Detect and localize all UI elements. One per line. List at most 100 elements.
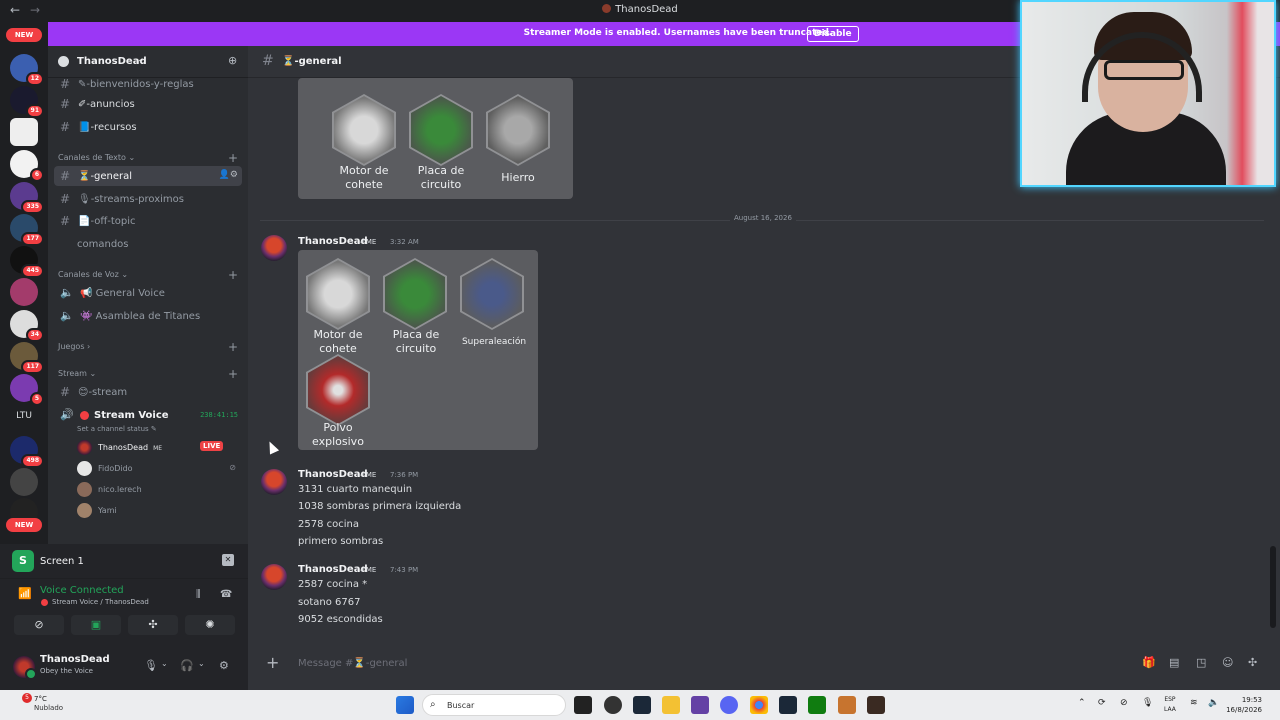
language-indicator[interactable]: ESP LAA <box>1164 695 1176 715</box>
message-author[interactable]: ThanosDead <box>298 469 368 480</box>
apps-icon[interactable]: ✣ <box>1248 656 1257 669</box>
taskbar-search[interactable]: ⌕ Buscar <box>422 694 566 716</box>
chevron-up-icon[interactable]: ⌃ <box>1078 698 1086 708</box>
server-icon[interactable] <box>10 118 38 146</box>
divider <box>0 578 248 579</box>
channel-streams-proximos[interactable]: # 🎙-streams-proximos <box>54 189 242 209</box>
obs-icon[interactable] <box>604 696 622 714</box>
channel-settings-icon[interactable]: 👤⚙ <box>219 170 238 180</box>
category-voice[interactable]: Canales de Voz ⌄ + <box>58 268 238 282</box>
add-channel-icon[interactable]: + <box>228 151 238 165</box>
gear-icon[interactable]: ⚙ <box>219 659 229 672</box>
avatar[interactable] <box>261 469 287 495</box>
app-icon[interactable] <box>838 696 856 714</box>
tray-icon[interactable]: ⊘ <box>1120 698 1128 708</box>
image-embed[interactable]: Motor de cohete Placa de circuito Hierro <box>298 78 573 199</box>
gif-icon[interactable]: ▤ <box>1169 656 1179 669</box>
channel-emoji: ⏳ <box>78 171 91 182</box>
server-icon[interactable]: 498 <box>10 436 44 468</box>
server-icon[interactable]: 6 <box>10 150 44 182</box>
channel-off-topic[interactable]: # 📄-off-topic <box>54 211 242 231</box>
close-icon[interactable]: ✕ <box>222 554 234 566</box>
steam-icon[interactable] <box>633 696 651 714</box>
message-author[interactable]: ThanosDead <box>298 236 368 247</box>
message-input[interactable]: Message #⏳-general <box>298 658 407 669</box>
channel-anuncios[interactable]: # ✐-anuncios <box>54 94 242 114</box>
add-channel-icon[interactable]: + <box>228 367 238 381</box>
volume-icon[interactable]: 🔈 <box>1208 698 1219 708</box>
add-channel-icon[interactable]: + <box>228 340 238 354</box>
microphone-icon[interactable]: 🎙 <box>1142 698 1153 708</box>
microphone-icon[interactable]: 🎙 <box>144 659 158 672</box>
category-stream[interactable]: Stream ⌄ + <box>58 367 238 381</box>
app-icon[interactable] <box>691 696 709 714</box>
server-icon[interactable] <box>10 278 38 306</box>
gift-icon[interactable]: 🎁 <box>1142 656 1156 669</box>
hash-icon: # <box>60 97 71 111</box>
chevron-down-icon[interactable]: ⌄ <box>198 659 205 668</box>
avatar[interactable] <box>261 564 287 590</box>
soundboard-button[interactable]: ✺ <box>185 615 235 635</box>
chat-scrollbar[interactable] <box>1270 546 1276 628</box>
server-icon[interactable]: 91 <box>10 86 44 118</box>
channel-status-link[interactable]: Set a channel status ✎ <box>77 425 157 433</box>
invite-people-icon[interactable]: ⊕ <box>228 54 237 67</box>
message-author[interactable]: ThanosDead <box>298 564 368 575</box>
voice-user[interactable]: FidoDido ⊘ <box>76 460 242 478</box>
activities-button[interactable]: ✣ <box>128 615 178 635</box>
category-text[interactable]: Canales de Texto ⌄ + <box>58 151 238 165</box>
channel-bienvenidos[interactable]: # ✎-bienvenidos-y-reglas <box>54 74 242 94</box>
signal-icon[interactable]: 📶 <box>18 587 32 600</box>
steam-icon[interactable] <box>779 696 797 714</box>
disable-button[interactable]: Disable <box>807 26 859 42</box>
discord-icon[interactable] <box>720 696 738 714</box>
server-icon[interactable]: 5 <box>10 374 44 406</box>
chevron-down-icon[interactable]: ⌄ <box>161 659 168 668</box>
game-icon[interactable] <box>867 696 885 714</box>
screen-share-preview[interactable]: S Screen 1 ✕ <box>12 550 240 576</box>
server-icon-text[interactable]: LTU <box>10 402 38 430</box>
voice-user[interactable]: Yami <box>76 502 242 520</box>
tray-icon[interactable]: ⟳ <box>1098 698 1106 708</box>
voice-channel-asamblea[interactable]: 🔈 👾 Asamblea de Titanes <box>54 306 242 326</box>
upload-icon[interactable]: + <box>266 653 279 672</box>
file-explorer-icon[interactable] <box>662 696 680 714</box>
chrome-icon[interactable] <box>750 696 768 714</box>
channel-stream[interactable]: # 😊-stream <box>54 382 242 402</box>
image-embed[interactable]: Motor de cohete Placa de circuito Supera… <box>298 250 538 450</box>
server-icon[interactable]: 34 <box>10 310 44 342</box>
clock[interactable]: 19:53 16/8/2026 <box>1222 695 1262 715</box>
server-icon[interactable]: 12 <box>10 54 44 86</box>
server-icon[interactable] <box>10 468 38 496</box>
voice-user[interactable]: ThanosDead ME LIVE <box>76 439 242 457</box>
headphones-icon[interactable]: 🎧 <box>180 659 194 672</box>
task-view-icon[interactable] <box>574 696 592 714</box>
avatar[interactable] <box>261 235 287 261</box>
noise-suppression-icon[interactable]: ⫼ <box>196 589 201 600</box>
voice-user[interactable]: nico.lerech <box>76 481 242 499</box>
server-icon[interactable]: 335 <box>10 182 44 214</box>
server-icon[interactable]: 117 <box>10 342 44 374</box>
channel-comandos[interactable]: comandos <box>54 234 242 254</box>
emoji-icon[interactable]: ☺ <box>1222 656 1233 669</box>
channel-recursos[interactable]: # 📘-recursos <box>54 117 242 137</box>
wifi-icon[interactable]: ≋ <box>1190 698 1198 708</box>
xbox-icon[interactable] <box>808 696 826 714</box>
voice-channel-general[interactable]: 🔈 📢 General Voice <box>54 283 242 303</box>
sticker-icon[interactable]: ◳ <box>1196 656 1206 669</box>
voice-channel-stream[interactable]: 🔊 Stream Voice 238:41:15 <box>54 405 242 425</box>
windows-start-icon[interactable] <box>396 696 414 714</box>
add-channel-icon[interactable]: + <box>228 268 238 282</box>
voice-connected-label[interactable]: Voice Connected <box>40 585 124 596</box>
server-icon[interactable]: 445 <box>10 246 44 278</box>
screen-share-button[interactable]: ▣ <box>71 615 121 635</box>
user-name[interactable]: ThanosDead <box>40 654 110 665</box>
category-juegos[interactable]: Juegos › + <box>58 340 238 354</box>
channel-general[interactable]: # ⏳-general 👤⚙ <box>54 166 242 186</box>
avatar[interactable] <box>13 656 37 680</box>
search-icon: ⌕ <box>430 699 436 710</box>
voice-channel-path[interactable]: Stream Voice / ThanosDead <box>52 598 149 606</box>
disconnect-icon[interactable]: ☎ <box>220 589 232 600</box>
server-icon[interactable]: 177 <box>10 214 44 246</box>
camera-button[interactable]: ⊘ <box>14 615 64 635</box>
